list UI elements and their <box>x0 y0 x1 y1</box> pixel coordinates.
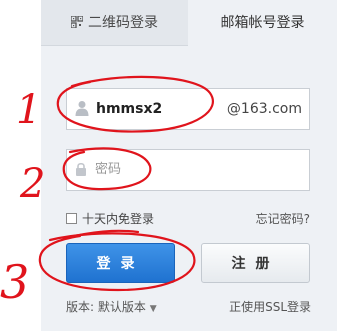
username-value: hmmsx2 <box>96 101 163 117</box>
login-button[interactable]: 登录 <box>66 243 175 283</box>
forgot-password-link[interactable]: 忘记密码? <box>256 210 310 227</box>
login-tabs: 二维码登录 邮箱帐号登录 <box>41 0 337 46</box>
username-field[interactable]: hmmsx2 @163.com <box>66 88 310 130</box>
remember-checkbox[interactable] <box>66 213 77 224</box>
version-label: 版本: 默认版本 <box>66 300 146 314</box>
password-field[interactable]: 密码 <box>66 149 310 191</box>
domain-suffix: @163.com <box>226 101 302 117</box>
tab-qr-label: 二维码登录 <box>88 15 158 31</box>
annotation-label-3: 3 <box>0 255 29 309</box>
tab-mail-label: 邮箱帐号登录 <box>220 15 305 31</box>
version-selector[interactable]: 版本: 默认版本 ▼ <box>66 298 157 315</box>
tab-qr-login[interactable]: 二维码登录 <box>41 0 188 46</box>
lock-icon <box>76 162 86 176</box>
annotation-label-1: 1 <box>16 87 41 133</box>
user-icon <box>75 101 89 116</box>
chevron-down-icon: ▼ <box>149 304 157 314</box>
tab-mail-login[interactable]: 邮箱帐号登录 <box>188 0 337 46</box>
register-button[interactable]: 注册 <box>201 243 310 283</box>
ssl-status-link[interactable]: 正使用SSL登录 <box>229 298 311 315</box>
remember-login[interactable]: 十天内免登录 <box>66 210 154 227</box>
remember-label: 十天内免登录 <box>82 212 155 226</box>
password-placeholder: 密码 <box>95 162 122 177</box>
qr-code-icon <box>71 16 83 28</box>
